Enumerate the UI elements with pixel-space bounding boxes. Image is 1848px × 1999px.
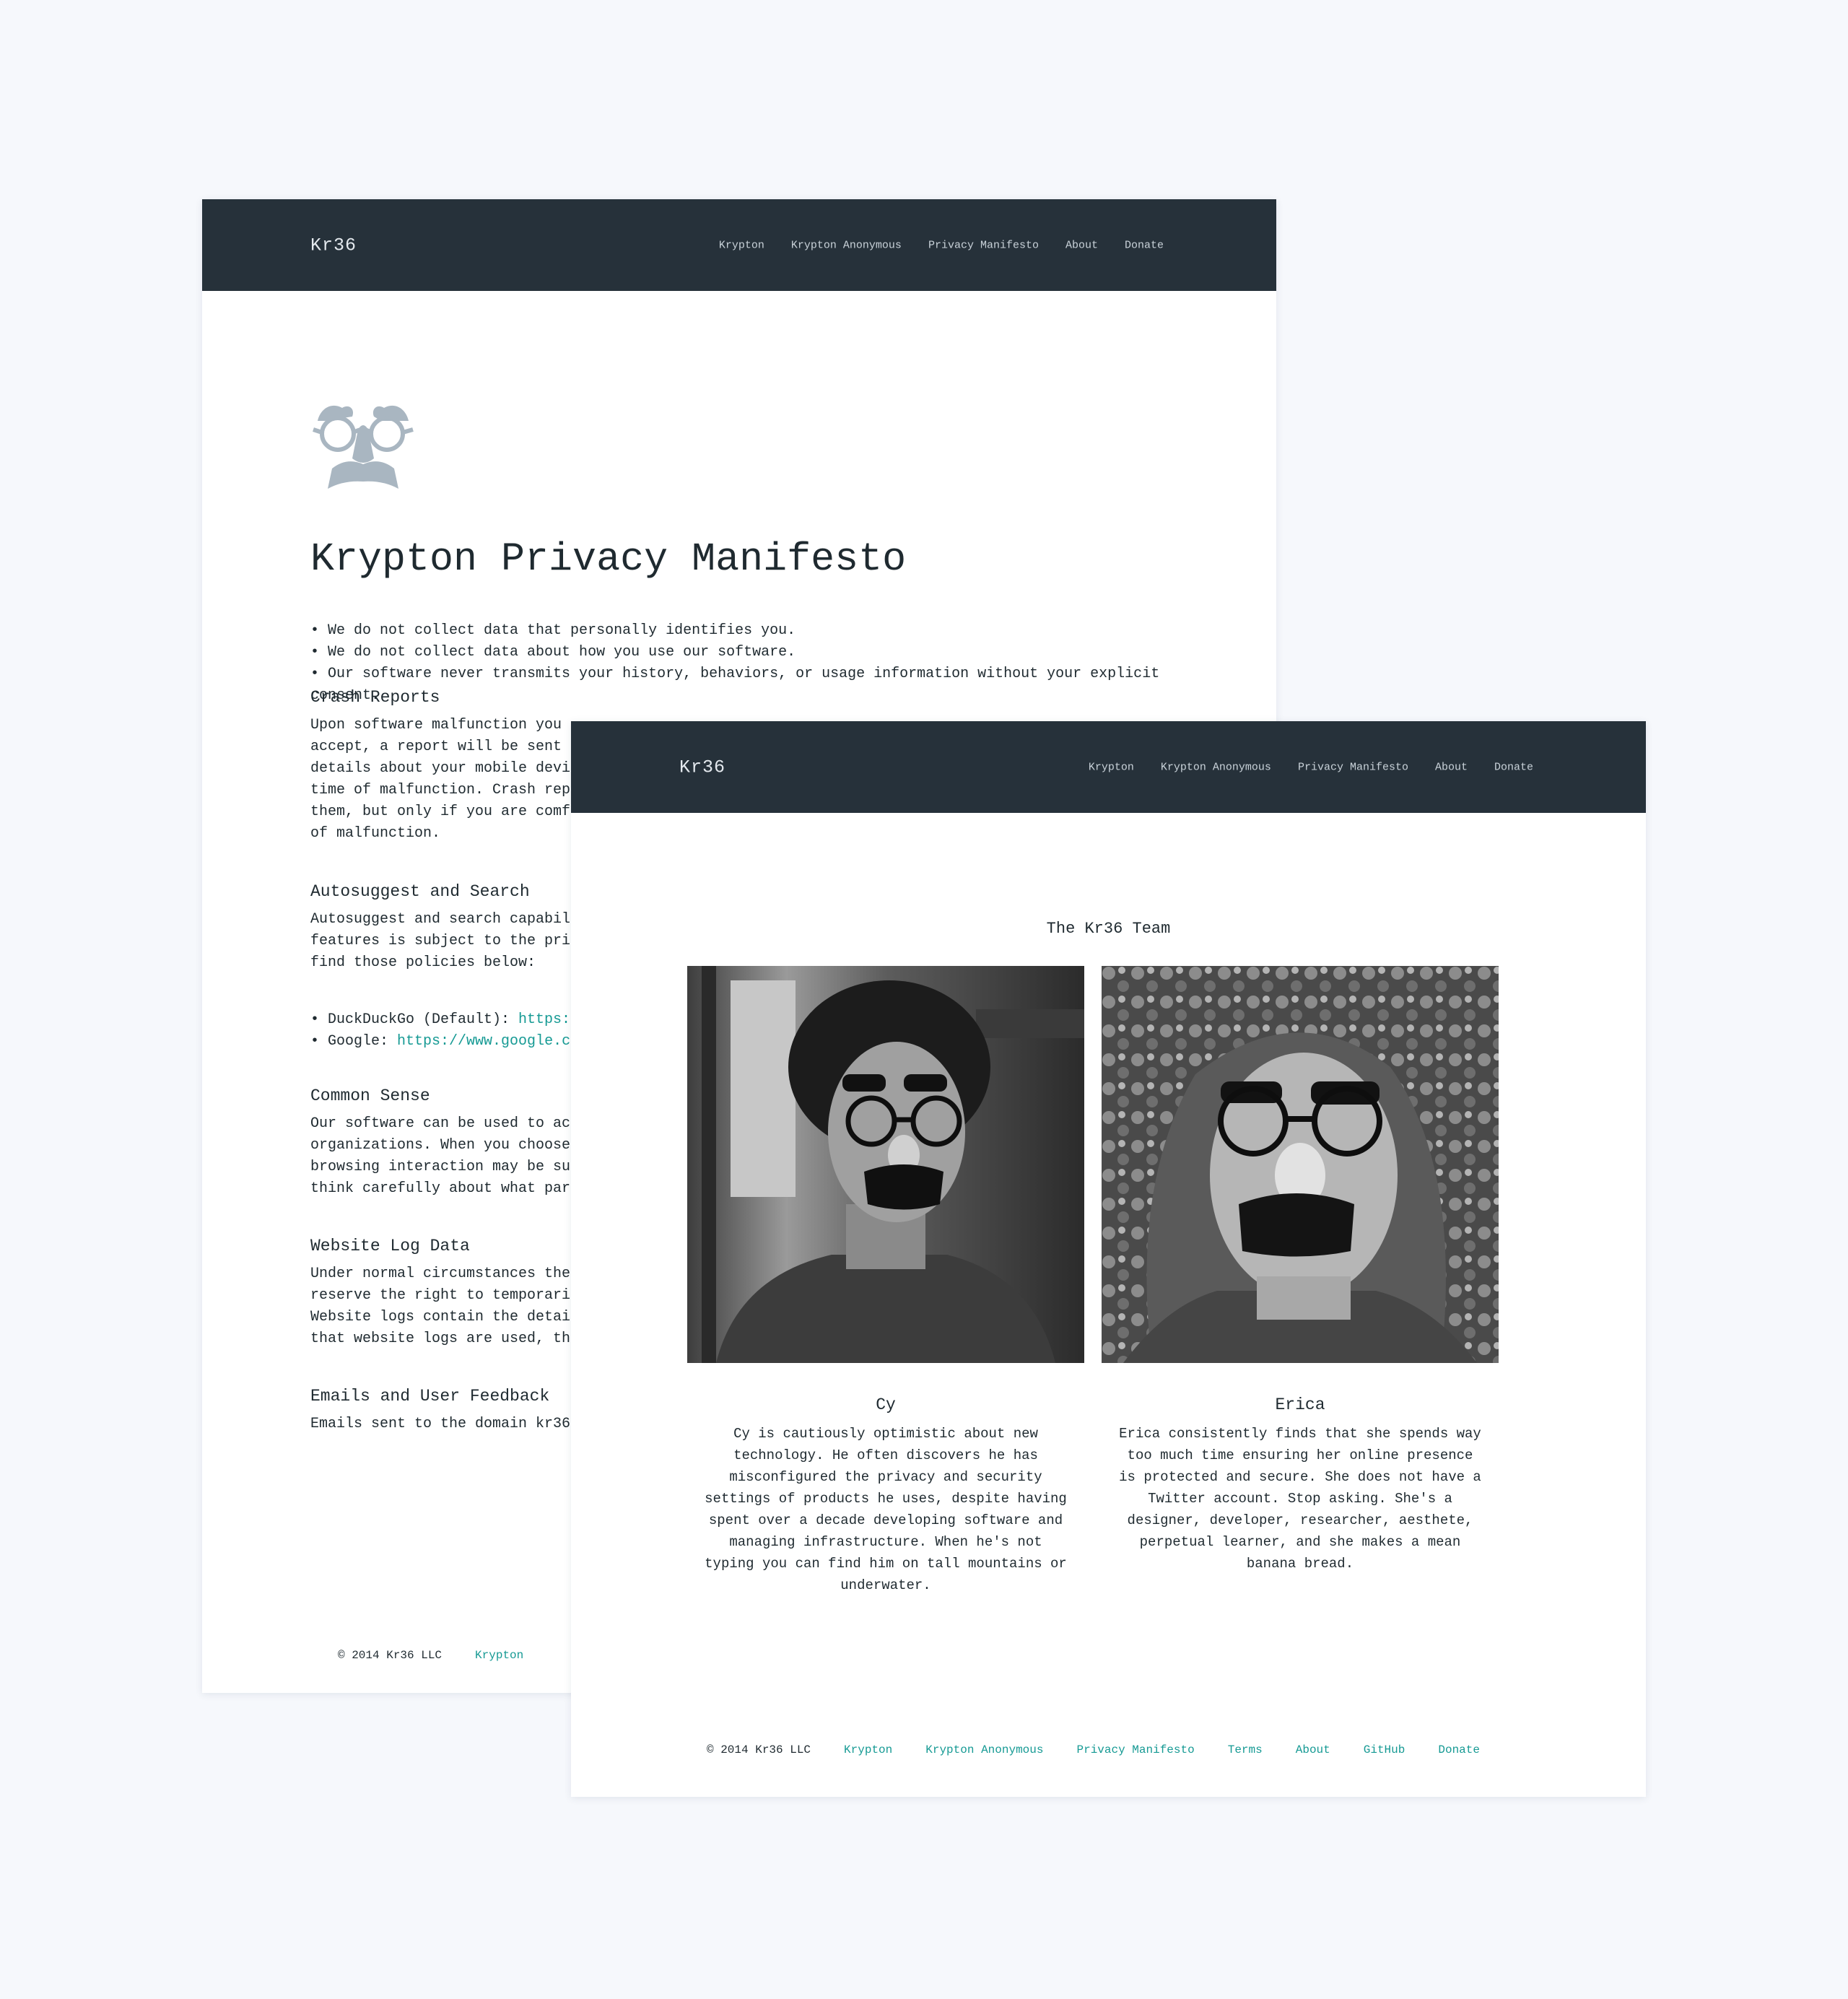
section-body-emails: Emails sent to the domain kr36 — [310, 1416, 571, 1432]
brand-logo-text[interactable]: Kr36 — [310, 235, 357, 256]
erica-photo — [1102, 966, 1499, 1363]
nav-donate[interactable]: Donate — [1125, 239, 1164, 251]
footer-link-about[interactable]: About — [1296, 1743, 1330, 1756]
nav-krypton[interactable]: Krypton — [719, 239, 764, 251]
disguise-glasses-icon — [313, 405, 414, 489]
team-title: The Kr36 Team — [1046, 920, 1171, 938]
footer-link-krypton[interactable]: Krypton — [844, 1743, 892, 1756]
google-policy-link[interactable]: https://www.google.co — [397, 1033, 579, 1050]
cy-photo — [687, 966, 1084, 1363]
bullet-item: • We do not collect data about how you u… — [310, 644, 796, 661]
provider-label: • DuckDuckGo (Default): — [310, 1011, 519, 1028]
bullet-item: • We do not collect data that personally… — [310, 622, 796, 639]
footer-link-krypton-anonymous[interactable]: Krypton Anonymous — [925, 1743, 1043, 1756]
footer-link-donate[interactable]: Donate — [1438, 1743, 1480, 1756]
footer-link-github[interactable]: GitHub — [1364, 1743, 1405, 1756]
team-page-window: Kr36 Krypton Krypton Anonymous Privacy M… — [571, 721, 1646, 1797]
nav-privacy-manifesto[interactable]: Privacy Manifesto — [928, 239, 1039, 251]
member-name-cy: Cy — [876, 1395, 896, 1414]
footer-link-terms[interactable]: Terms — [1228, 1743, 1263, 1756]
search-provider-duckduckgo: • DuckDuckGo (Default): https:/ — [310, 1009, 614, 1031]
nav-donate[interactable]: Donate — [1494, 761, 1533, 773]
nav-about[interactable]: About — [1065, 239, 1098, 251]
section-heading-autosuggest: Autosuggest and Search — [310, 882, 530, 901]
section-heading-crash-reports: Crash Reports — [310, 688, 440, 707]
provider-label: • Google: — [310, 1033, 398, 1050]
member-bio-erica: Erica consistently finds that she spends… — [1119, 1426, 1481, 1572]
nav-krypton[interactable]: Krypton — [1089, 761, 1134, 773]
nav-privacy-manifesto[interactable]: Privacy Manifesto — [1298, 761, 1408, 773]
member-name-erica: Erica — [1275, 1395, 1325, 1414]
nav-krypton-anonymous[interactable]: Krypton Anonymous — [791, 239, 902, 251]
member-bio-cy: Cy is cautiously optimistic about new te… — [705, 1426, 1067, 1593]
nav-about[interactable]: About — [1435, 761, 1468, 773]
navbar: Kr36 Krypton Krypton Anonymous Privacy M… — [571, 721, 1646, 813]
section-heading-common-sense: Common Sense — [310, 1086, 430, 1105]
brand-logo-text[interactable]: Kr36 — [679, 757, 725, 778]
section-body-website-log-data: Under normal circumstances the reserve t… — [310, 1266, 571, 1347]
footer-link-privacy-manifesto[interactable]: Privacy Manifesto — [1076, 1743, 1194, 1756]
nav-links: Krypton Krypton Anonymous Privacy Manife… — [719, 239, 1164, 251]
page-title: Krypton Privacy Manifesto — [310, 536, 907, 582]
footer-copyright: © 2014 Kr36 LLC — [338, 1649, 443, 1662]
footer: © 2014 Kr36 LLC Krypton — [338, 1649, 523, 1662]
section-body-common-sense: Our software can be used to ac organizat… — [310, 1115, 571, 1197]
footer: © 2014 Kr36 LLC Krypton Krypton Anonymou… — [707, 1743, 1480, 1756]
section-body-autosuggest: Autosuggest and search capabil features … — [310, 911, 571, 971]
footer-link-krypton[interactable]: Krypton — [475, 1649, 523, 1662]
section-heading-emails: Emails and User Feedback — [310, 1387, 550, 1406]
duckduckgo-policy-link[interactable]: https:/ — [518, 1011, 579, 1028]
footer-copyright: © 2014 Kr36 LLC — [707, 1743, 811, 1756]
search-provider-google: • Google: https://www.google.co — [310, 1031, 614, 1053]
nav-links: Krypton Krypton Anonymous Privacy Manife… — [1089, 761, 1533, 773]
nav-krypton-anonymous[interactable]: Krypton Anonymous — [1161, 761, 1271, 773]
section-body-crash-reports: Upon software malfunction you accept, a … — [310, 717, 571, 842]
navbar: Kr36 Krypton Krypton Anonymous Privacy M… — [202, 199, 1276, 291]
section-heading-website-log-data: Website Log Data — [310, 1237, 470, 1255]
